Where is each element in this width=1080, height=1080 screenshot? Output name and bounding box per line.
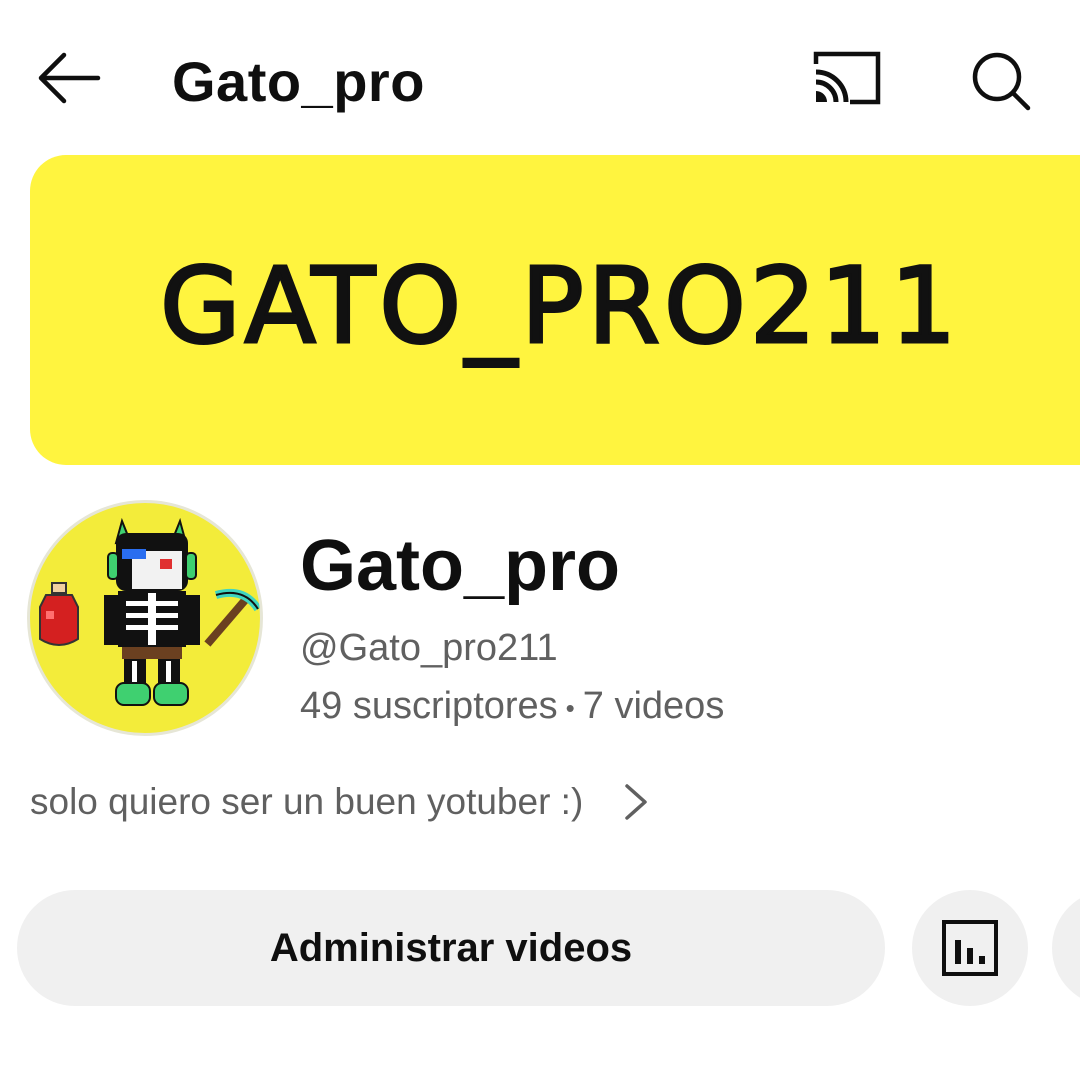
search-icon (972, 52, 1031, 111)
channel-description: solo quiero ser un buen yotuber :) (30, 781, 584, 822)
banner-title: GATO_PRO211 (158, 244, 961, 369)
chevron-right-icon (625, 784, 648, 820)
channel-description-row[interactable]: solo quiero ser un buen yotuber :) (30, 778, 651, 826)
manage-videos-button[interactable]: Administrar videos (17, 890, 885, 1006)
top-app-bar: Gato_pro (0, 0, 1080, 160)
analytics-icon (942, 920, 998, 976)
potion-icon (39, 582, 79, 646)
more-actions-button[interactable] (1052, 890, 1080, 1006)
cast-button[interactable] (802, 42, 890, 118)
manage-videos-label: Administrar videos (269, 925, 633, 970)
character-figure (104, 517, 200, 706)
channel-name: Gato_pro (300, 526, 621, 606)
channel-banner: GATO_PRO211 (30, 155, 1080, 465)
back-button[interactable] (30, 40, 110, 120)
channel-stats: 49 suscriptores • 7 videos (300, 684, 724, 730)
stats-separator: • (565, 692, 575, 723)
cast-icon (813, 51, 881, 105)
page-title: Gato_pro (172, 50, 425, 113)
analytics-button[interactable] (912, 890, 1028, 1006)
back-arrow-icon (38, 52, 101, 104)
subscriber-count: 49 suscriptores (300, 685, 558, 727)
search-button[interactable] (960, 40, 1044, 124)
avatar[interactable] (27, 500, 263, 736)
pickaxe-icon (204, 588, 260, 647)
channel-handle: @Gato_pro211 (300, 627, 558, 669)
channel-page: Gato_pro GATO_PRO211 Gato_pro @Gato_pro2… (0, 0, 1080, 1080)
avatar-character-image (39, 517, 260, 706)
video-count: 7 videos (582, 685, 725, 727)
